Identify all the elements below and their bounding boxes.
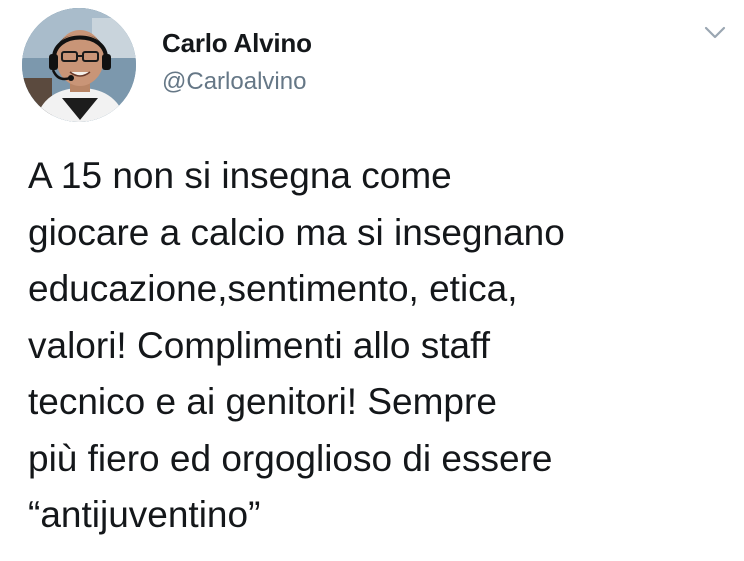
profile-photo-icon: [22, 8, 136, 122]
tweet-card: Carlo Alvino @Carloalvino A 15 non si in…: [0, 0, 744, 561]
avatar[interactable]: [22, 8, 136, 122]
author-display-name[interactable]: Carlo Alvino: [162, 28, 312, 58]
chevron-down-icon[interactable]: [704, 26, 726, 40]
author-info: Carlo Alvino @Carloalvino: [162, 28, 312, 96]
author-handle[interactable]: @Carloalvino: [162, 68, 312, 96]
tweet-text: A 15 non si insegna come giocare a calci…: [28, 155, 565, 535]
